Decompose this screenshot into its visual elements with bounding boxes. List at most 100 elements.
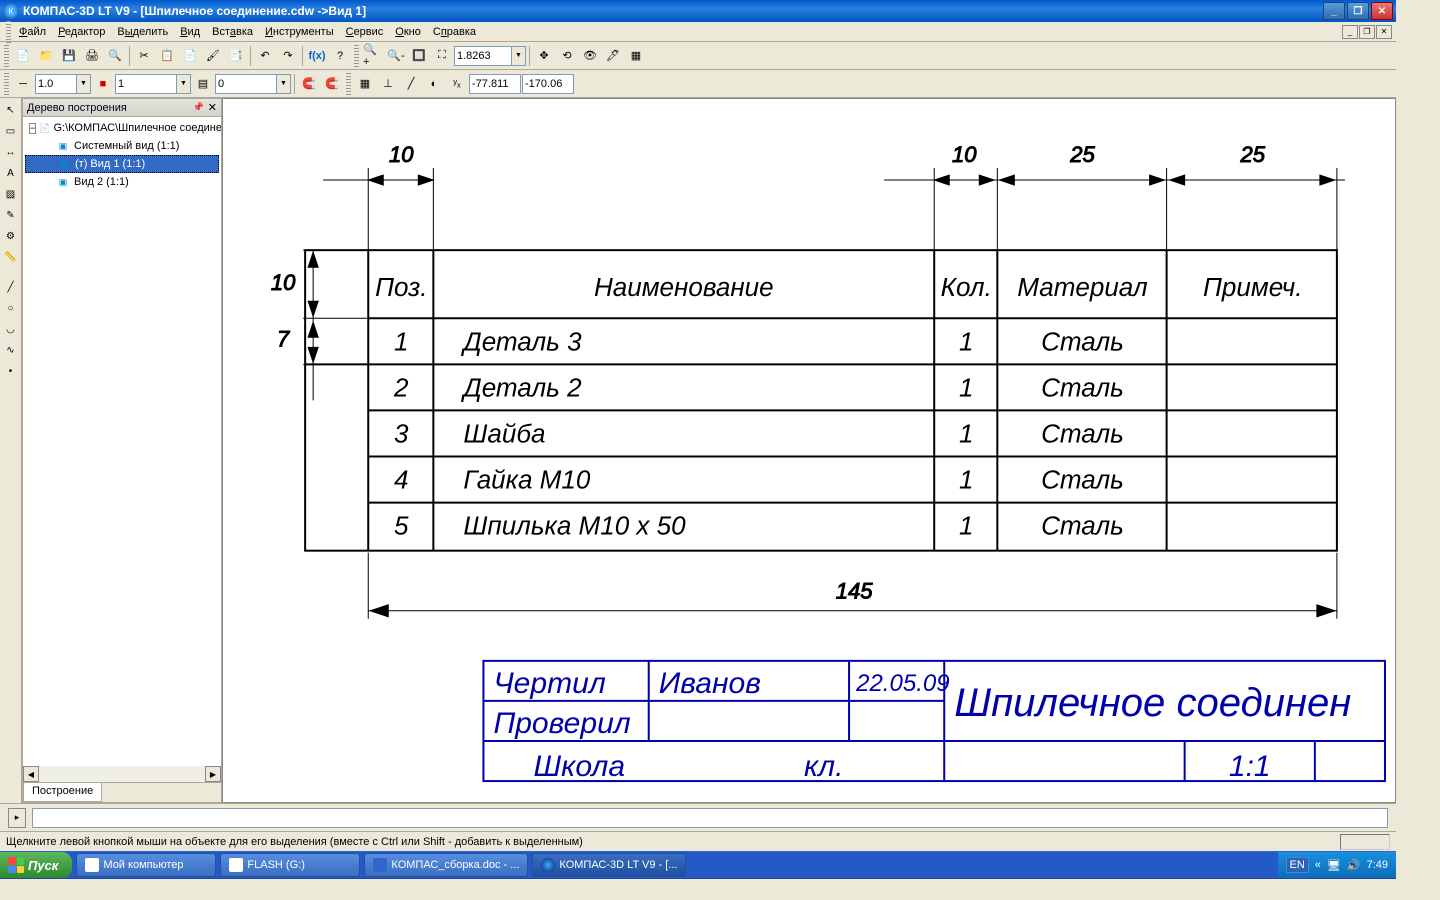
save-icon[interactable]: 💾 (58, 45, 80, 67)
axis-icon[interactable]: ╱ (400, 73, 422, 95)
drawing-canvas[interactable]: 10 10 25 25 10 7 (222, 98, 1396, 803)
point-tool-icon[interactable]: • (1, 361, 21, 381)
task-my-computer[interactable]: Мой компьютер (76, 853, 216, 877)
text-tool-icon[interactable]: A (1, 163, 21, 183)
copy-icon[interactable]: 📋 (156, 45, 178, 67)
line-style-icon[interactable]: ─ (12, 73, 34, 95)
start-button[interactable]: Пуск (0, 852, 72, 878)
circle-tool-icon[interactable]: ○ (1, 298, 21, 318)
snap-icon[interactable]: ◐ (423, 73, 445, 95)
scroll-right-icon[interactable]: ▶ (205, 766, 221, 782)
chevron-down-icon[interactable]: ▼ (277, 74, 291, 94)
preview-icon[interactable]: 🔍 (104, 45, 126, 67)
chevron-down-icon[interactable]: ▼ (512, 46, 526, 66)
hatch-tool-icon[interactable]: ▨ (1, 184, 21, 204)
tree-node-view2[interactable]: ▣ Вид 2 (1:1) (25, 173, 219, 191)
menu-service[interactable]: Сервис (340, 24, 390, 40)
fx-icon[interactable]: f(x) (306, 45, 328, 67)
menu-insert[interactable]: Вставка (206, 24, 259, 40)
rect-tool-icon[interactable]: ▭ (1, 121, 21, 141)
grip[interactable] (346, 73, 351, 95)
zoom-combo[interactable]: ▼ (454, 46, 526, 66)
grip[interactable] (6, 21, 11, 43)
magnet-on-icon[interactable]: 🧲 (298, 73, 320, 95)
collapse-icon[interactable]: − (29, 123, 36, 134)
maximize-button[interactable]: ❐ (1347, 2, 1369, 20)
pin-icon[interactable]: 📌 (193, 102, 204, 113)
line-tool-icon[interactable]: ╱ (1, 277, 21, 297)
measure-tool-icon[interactable]: 📏 (1, 247, 21, 267)
zoom-window-icon[interactable]: 🔲 (408, 45, 430, 67)
zoom-out-icon[interactable]: 🔍- (385, 45, 407, 67)
line-weight-input[interactable] (35, 74, 77, 94)
mdi-restore[interactable]: ❐ (1359, 25, 1375, 39)
select-tool-icon[interactable]: ↖ (1, 100, 21, 120)
task-word[interactable]: КОМПАС_сборка.doc - ... (364, 853, 528, 877)
tree-body[interactable]: − 📄 G:\КОМПАС\Шпилечное соединен ▣ Систе… (23, 117, 221, 766)
menu-tools[interactable]: Инструменты (259, 24, 340, 40)
chevron-down-icon[interactable]: ▼ (77, 74, 91, 94)
coord-y-input[interactable] (522, 74, 574, 94)
open-icon[interactable]: 📁 (35, 45, 57, 67)
grip[interactable] (354, 45, 359, 67)
view-icon[interactable]: 👁 (579, 45, 601, 67)
line-weight-combo[interactable]: ▼ (35, 74, 91, 94)
tray-expand-icon[interactable]: « (1315, 859, 1321, 871)
rotate-icon[interactable]: ⟲ (556, 45, 578, 67)
redraw-icon[interactable]: 🖊 (602, 45, 624, 67)
menu-window[interactable]: Окно (389, 24, 427, 40)
layer-icon[interactable]: ▤ (192, 73, 214, 95)
menu-file[interactable]: Файл (13, 24, 52, 40)
print-icon[interactable]: 🖨 (81, 45, 103, 67)
format-icon[interactable]: 🖌 (202, 45, 224, 67)
tree-hscroll[interactable]: ◀ ▶ (23, 766, 221, 782)
menu-edit[interactable]: Редактор (52, 24, 111, 40)
cut-icon[interactable]: ✂ (133, 45, 155, 67)
task-flash[interactable]: FLASH (G:) (220, 853, 360, 877)
menu-select[interactable]: Выделить (111, 24, 174, 40)
magnet-off-icon[interactable]: 🧲 (321, 73, 343, 95)
mdi-minimize[interactable]: _ (1342, 25, 1358, 39)
zoom-in-icon[interactable]: 🔍+ (362, 45, 384, 67)
chevron-down-icon[interactable]: ▼ (177, 74, 191, 94)
tray-icon[interactable]: 🖥 (1327, 859, 1341, 872)
zoom-fit-icon[interactable]: ⛶ (431, 45, 453, 67)
tree-node-system-view[interactable]: ▣ Системный вид (1:1) (25, 137, 219, 155)
grip[interactable] (4, 73, 9, 95)
help-icon[interactable]: ? (329, 45, 351, 67)
dimension-tool-icon[interactable]: ↔ (1, 142, 21, 162)
tree-root[interactable]: − 📄 G:\КОМПАС\Шпилечное соединен (25, 119, 219, 137)
tab-build[interactable]: Построение (23, 783, 102, 802)
minimize-button[interactable]: _ (1323, 2, 1345, 20)
tray-icon[interactable]: 🔊 (1347, 859, 1361, 872)
mdi-close[interactable]: ✕ (1376, 25, 1392, 39)
redo-icon[interactable]: ↷ (277, 45, 299, 67)
menu-view[interactable]: Вид (174, 24, 206, 40)
arc-tool-icon[interactable]: ◡ (1, 319, 21, 339)
state-combo[interactable]: ▼ (215, 74, 291, 94)
expand-icon[interactable]: ▸ (8, 808, 26, 828)
coords-icon[interactable]: ʸₓ (446, 73, 468, 95)
undo-icon[interactable]: ↶ (254, 45, 276, 67)
close-panel-icon[interactable]: ✕ (208, 101, 217, 114)
grid-icon[interactable]: ▦ (354, 73, 376, 95)
layer-combo[interactable]: ▼ (115, 74, 191, 94)
properties-icon[interactable]: 📑 (225, 45, 247, 67)
paste-icon[interactable]: 📄 (179, 45, 201, 67)
edit-tool-icon[interactable]: ✎ (1, 205, 21, 225)
coord-x-input[interactable] (469, 74, 521, 94)
new-icon[interactable]: 📄 (12, 45, 34, 67)
menu-help[interactable]: Справка (427, 24, 482, 40)
layers-icon[interactable]: ▦ (625, 45, 647, 67)
spline-tool-icon[interactable]: ∿ (1, 340, 21, 360)
layer-input[interactable] (115, 74, 177, 94)
grip[interactable] (4, 45, 9, 67)
pan-icon[interactable]: ✥ (533, 45, 555, 67)
param-tool-icon[interactable]: ⚙ (1, 226, 21, 246)
color-icon[interactable]: ■ (92, 73, 114, 95)
scroll-left-icon[interactable]: ◀ (23, 766, 39, 782)
command-input[interactable] (32, 808, 1388, 828)
state-input[interactable] (215, 74, 277, 94)
task-kompas[interactable]: КОМПАС-3D LT V9 - [... (532, 853, 686, 877)
zoom-input[interactable] (454, 46, 512, 66)
